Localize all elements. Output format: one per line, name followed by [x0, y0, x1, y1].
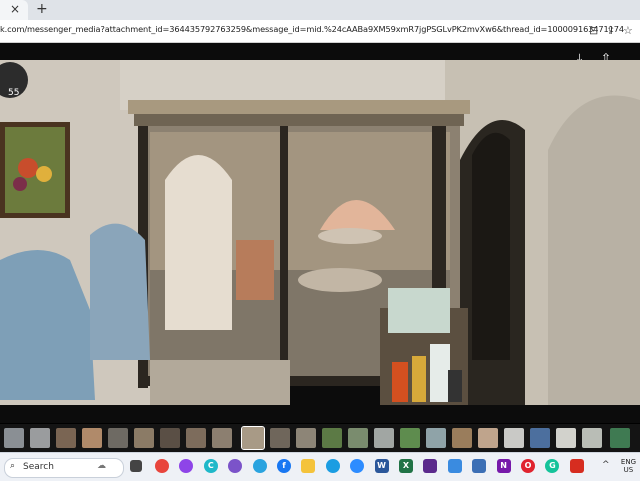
tab-close-icon[interactable]: ×	[10, 2, 20, 16]
right-iron-grille	[472, 132, 510, 360]
door-center-mullion	[280, 126, 288, 386]
url-text[interactable]: k.com/messenger_media?attachment_id=3644…	[0, 24, 624, 34]
brick-pillar	[236, 240, 274, 300]
room-floor	[150, 360, 290, 405]
thumbnail[interactable]	[400, 428, 420, 448]
excel-icon[interactable]: X	[399, 459, 413, 473]
pdf-reader-icon[interactable]	[569, 459, 584, 473]
chair-cover-back	[90, 223, 150, 360]
thumbnail[interactable]	[610, 428, 630, 448]
thumbnail[interactable]	[296, 428, 316, 448]
browser-tab[interactable]: ×	[0, 0, 28, 20]
thumbnail[interactable]	[4, 428, 24, 448]
thumbnail[interactable]	[270, 428, 290, 448]
facebook-icon[interactable]: f	[277, 459, 291, 473]
thumbnail[interactable]	[30, 428, 50, 448]
patio-arch-grille	[165, 155, 232, 330]
far-right-arch	[548, 95, 640, 405]
taskbar-search-box[interactable]: ⌕ Search ☁	[4, 458, 124, 478]
blind-roller	[134, 114, 464, 126]
share-icon[interactable]: ⇪	[606, 24, 615, 37]
address-bar[interactable]: k.com/messenger_media?attachment_id=3644…	[0, 20, 640, 43]
thumbnail[interactable]	[426, 428, 446, 448]
thumbnail[interactable]	[582, 428, 602, 448]
thumbnail[interactable]	[160, 428, 180, 448]
new-tab-button[interactable]: +	[36, 1, 48, 17]
plastic-container	[388, 288, 450, 333]
canva-icon[interactable]: C	[203, 459, 218, 473]
edge-icon[interactable]	[325, 459, 340, 473]
thumbnail[interactable]	[212, 428, 232, 448]
clock-number: 55	[8, 88, 19, 98]
zoom-icon[interactable]	[350, 459, 365, 473]
patio-table-top	[318, 228, 382, 244]
jar-red	[392, 362, 408, 402]
thumbnail[interactable]	[504, 428, 524, 448]
door-top-rail	[128, 100, 470, 114]
thumbnail-current[interactable]	[241, 426, 265, 450]
thumbnail[interactable]	[556, 428, 576, 448]
thumbnail-strip	[0, 424, 640, 452]
lang-region: US	[623, 466, 634, 474]
box-white	[430, 344, 450, 402]
dining-table	[298, 268, 382, 292]
thumbnail[interactable]	[348, 428, 368, 448]
windows-taskbar: ⌕ Search ☁ Cf WX NOG ^ ENG US	[0, 452, 640, 481]
telegram-icon[interactable]	[252, 459, 267, 473]
thumbnail[interactable]	[530, 428, 550, 448]
task-view-icon[interactable]	[130, 460, 142, 472]
thumbnail[interactable]	[108, 428, 128, 448]
onenote-icon[interactable]: N	[496, 459, 511, 473]
lang-code: ENG	[620, 458, 636, 466]
thumbnail[interactable]	[134, 428, 154, 448]
media-photo: 55	[0, 60, 640, 405]
thumbnail[interactable]	[82, 428, 102, 448]
language-indicator[interactable]: ENG US	[621, 458, 636, 474]
jar-yellow	[412, 356, 426, 402]
word-icon[interactable]: W	[374, 459, 389, 473]
file-explorer-icon[interactable]	[301, 459, 316, 473]
thumbnail[interactable]	[56, 428, 76, 448]
video-editor-icon[interactable]	[423, 459, 438, 473]
photos-icon[interactable]	[447, 459, 462, 473]
show-hidden-icons-chevron[interactable]: ^	[602, 460, 610, 470]
chrome-icon[interactable]	[155, 459, 169, 473]
thumbnail[interactable]	[452, 428, 472, 448]
search-highlight-icon: ☁	[97, 461, 106, 471]
browser-tab-strip: × +	[0, 0, 640, 20]
messenger-icon[interactable]	[179, 459, 194, 473]
bookmark-star-icon[interactable]: ☆	[623, 24, 633, 37]
viber-icon[interactable]	[228, 459, 243, 473]
search-label: Search	[23, 462, 54, 472]
search-icon: ⌕	[10, 461, 16, 471]
thumbnail[interactable]	[322, 428, 342, 448]
thumbnail[interactable]	[186, 428, 206, 448]
jar-dark	[448, 370, 462, 402]
opera-icon[interactable]: O	[521, 459, 535, 473]
thumbnail[interactable]	[374, 428, 394, 448]
install-app-icon[interactable]: ⊡	[589, 24, 598, 37]
thumbnail[interactable]	[478, 428, 498, 448]
grammarly-icon[interactable]: G	[545, 459, 560, 473]
calculator-icon[interactable]	[472, 459, 487, 473]
